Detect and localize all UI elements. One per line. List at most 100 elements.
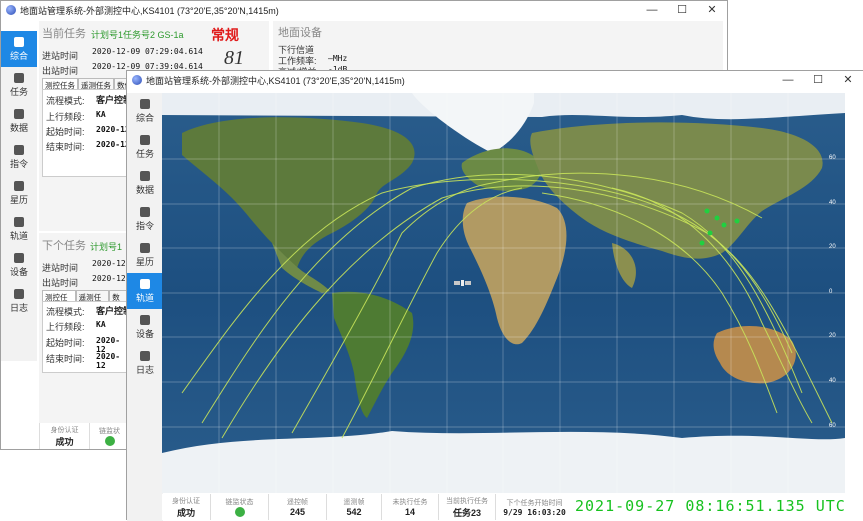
status-label: 当前执行任务 [446,497,488,505]
detail-label: 流程模式: [46,307,85,317]
station-marker[interactable] [704,208,710,214]
nav-item-commands[interactable]: 指令 [1,139,37,175]
nav-item-general[interactable]: 综合 [127,93,163,129]
nav-item-data[interactable]: 数据 [1,103,37,139]
nav-item-ephemeris[interactable]: 星历 [1,175,37,211]
in-time-label: 进站时间 [42,263,79,273]
detail-value: 2020-12 [96,352,121,370]
nav-item-orbit[interactable]: 轨道 [127,273,163,309]
in-time-label: 进站时间 [42,51,79,61]
lat-tick-label: 60 [829,155,836,161]
status-cell: 身份认证 成功 [39,423,89,449]
detail-label: 起始时间: [46,127,85,137]
log-icon [14,288,24,299]
lat-tick-label: 20 [829,244,836,250]
lat-tick-label: 40 [829,200,836,206]
nav-item-orbit[interactable]: 轨道 [1,211,37,247]
status-value: 14 [404,507,415,517]
ephemeris-icon [140,242,150,253]
upload-icon [14,144,24,155]
nav-item-devices[interactable]: 设备 [1,247,37,283]
world-map-svg [162,93,845,493]
back-titlebar: 地面站管理系统-外部测控中心,KS4101 (73°20'E,35°20'N,1… [1,1,727,19]
utc-clock: 2021-09-27 08:16:51.135 UTC [575,497,846,515]
ground-equipment-heading: 地面设备 [278,27,322,39]
status-cell: 未执行任务 14 [381,494,438,520]
detail-value: KA [96,320,106,329]
in-time-value: 2020-12-09 07:29:04.614 [92,47,203,56]
front-titlebar: 地面站管理系统-外部测控中心,KS4101 (73°20'E,35°20'N,1… [127,71,863,89]
world-map[interactable]: 60 40 20 0 20 40 60 [162,93,845,493]
next-task-heading: 下个任务 [42,240,86,252]
status-value: 245 [289,507,306,517]
out-time-label: 出站时间 [42,278,79,288]
detail-value: 2020-12 [96,140,130,149]
ground-equipment-panel: 地面设备 下行信道 工作频率: —MHz 衰减/增益: -1dB [273,21,723,77]
calendar-icon [14,72,24,83]
status-label: 未执行任务 [392,499,428,506]
detail-label: 上行频段: [46,322,85,332]
status-cell: 链监状态 [210,494,268,520]
detail-label: 上行频段: [46,112,85,122]
minimize-button[interactable]: — [637,1,667,19]
nav-item-tasks[interactable]: 任务 [127,129,163,165]
lat-tick-label: 0 [829,289,833,295]
minimize-button[interactable]: — [773,71,803,89]
lat-tick-label: 40 [829,378,836,384]
close-button[interactable]: ✕ [697,1,727,19]
close-button[interactable]: ✕ [833,71,863,89]
lat-tick-label: 20 [829,333,836,339]
current-task-heading: 当前任务 [42,28,86,40]
in-time-value: 2020-12 [92,259,126,268]
status-value: 9/29 16:03:20 [503,507,566,517]
status-cell: 遥测帧 542 [326,494,381,520]
out-time-label: 出站时间 [42,66,79,76]
station-marker[interactable] [707,230,713,236]
nav-item-ephemeris[interactable]: 星历 [127,237,163,273]
upload-icon [140,206,150,217]
status-cell: 下个任务开始时间 9/29 16:03:20 [495,494,573,520]
nav-item-general[interactable]: 综合 [1,31,37,67]
globe-icon [132,75,142,85]
device-icon [140,314,150,325]
station-marker[interactable] [699,240,705,246]
front-window-title: 地面站管理系统-外部测控中心,KS4101 (73°20'E,35°20'N,1… [146,75,405,86]
status-led-icon [104,436,115,446]
detail-label: 流程模式: [46,96,85,106]
nav-item-data[interactable]: 数据 [127,165,163,201]
status-cell: 链监状 [89,423,129,449]
next-task-details: 流程模式: 客户控制 上行频段: KA 起始时间: 2020-12 结束时间: … [42,301,132,373]
nav-item-commands[interactable]: 指令 [127,201,163,237]
maximize-button[interactable]: ☐ [803,71,833,89]
back-window-title: 地面站管理系统-外部测控中心,KS4101 (73°20'E,35°20'N,1… [20,5,279,16]
home-icon [14,36,24,47]
globe-icon [6,5,16,15]
nav-item-logs[interactable]: 日志 [1,283,37,319]
status-label: 下个任务开始时间 [506,499,563,507]
station-marker[interactable] [721,222,727,228]
home-icon [140,98,150,109]
status-label: 链监状 [99,428,120,435]
download-icon [14,108,24,119]
maximize-button[interactable]: ☐ [667,1,697,19]
nav-item-tasks[interactable]: 任务 [1,67,37,103]
lat-ticks: 60 40 20 0 20 40 60 [829,93,843,493]
ephemeris-icon [14,180,24,191]
front-sidebar: 综合 任务 数据 指令 星历 轨道 设备 日志 [127,93,163,521]
status-cell: 身份认证 成功 [162,494,210,520]
mode-badge: 常规 [211,27,239,43]
front-window-controls: — ☐ ✕ [773,71,863,89]
station-marker[interactable] [734,218,740,224]
station-marker[interactable] [714,215,720,221]
detail-label: 起始时间: [46,338,85,348]
status-led-icon [234,507,245,517]
status-label: 身份认证 [172,497,200,505]
nav-item-devices[interactable]: 设备 [127,309,163,345]
device-icon [14,252,24,263]
image-icon [140,278,150,289]
lat-tick-label: 60 [829,423,836,429]
status-label: 遥测帧 [343,499,365,506]
antarctica [162,431,845,493]
status-label: 链监状态 [225,499,254,506]
nav-item-logs[interactable]: 日志 [127,345,163,381]
